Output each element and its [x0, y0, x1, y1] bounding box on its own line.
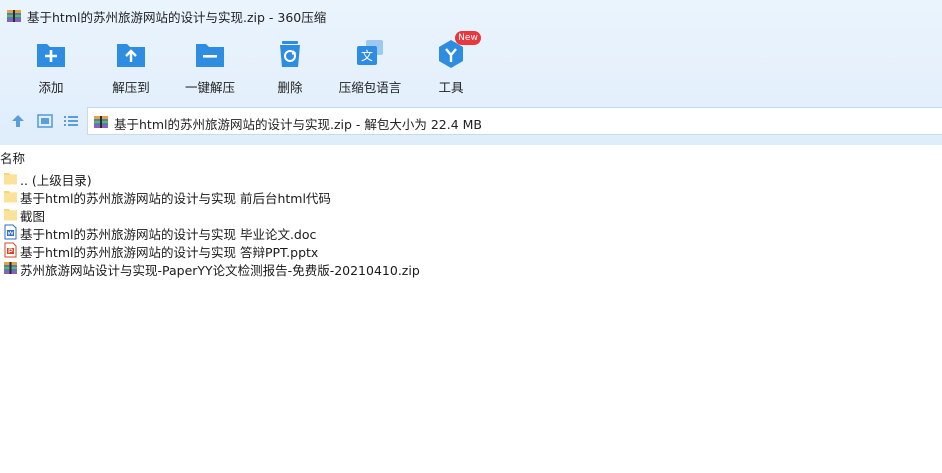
- file-list: 名称 .. (上级目录) 基于html的苏州旅游网站的设计与实现 前后台html…: [0, 145, 942, 473]
- list-item[interactable]: 基于html的苏州旅游网站的设计与实现 答辩PPT.pptx: [0, 241, 942, 260]
- add-icon: [37, 44, 65, 67]
- word-doc-icon: [4, 224, 17, 240]
- title-bar: 基于html的苏州旅游网站的设计与实现.zip - 360压缩: [0, 0, 942, 32]
- tools-button[interactable]: New 工具: [411, 31, 491, 96]
- list-item[interactable]: 基于html的苏州旅游网站的设计与实现 前后台html代码: [0, 187, 942, 206]
- toolbar: 添加 解压到 一键解压 删除 文 压缩包语言 New 工具: [0, 31, 942, 98]
- list-item[interactable]: .. (上级目录): [0, 169, 942, 188]
- navigation-bar: 基于html的苏州旅游网站的设计与实现.zip - 解包大小为 22.4 MB: [0, 104, 942, 138]
- extract-to-icon: [117, 44, 145, 67]
- header-area: 基于html的苏州旅游网站的设计与实现.zip - 360压缩 添加 解压到 一…: [0, 0, 942, 145]
- language-icon: 文: [357, 40, 383, 65]
- address-bar[interactable]: 基于html的苏州旅游网站的设计与实现.zip - 解包大小为 22.4 MB: [87, 107, 942, 135]
- svg-text:文: 文: [361, 48, 373, 63]
- new-badge: New: [455, 31, 481, 45]
- list-item-label: 苏州旅游网站设计与实现-PaperYY论文检测报告-免费版-20210410.z…: [20, 263, 420, 278]
- folder-icon: [4, 173, 17, 185]
- up-arrow-icon[interactable]: [9, 112, 27, 130]
- address-text: 基于html的苏州旅游网站的设计与实现.zip - 解包大小为 22.4 MB: [114, 117, 483, 132]
- archive-language-button[interactable]: 文 压缩包语言: [330, 34, 410, 96]
- add-button[interactable]: 添加: [11, 34, 91, 96]
- one-click-extract-icon: [196, 44, 224, 67]
- extract-to-label: 解压到: [112, 80, 150, 95]
- zip-archive-icon: [94, 116, 108, 128]
- tools-label: 工具: [438, 80, 464, 95]
- window-title: 基于html的苏州旅游网站的设计与实现.zip - 360压缩: [27, 10, 327, 25]
- powerpoint-icon: [4, 242, 17, 258]
- recycle-bin-icon: [280, 41, 300, 67]
- zip-archive-icon: [4, 262, 17, 274]
- delete-button[interactable]: 删除: [250, 34, 330, 96]
- thumbnail-view-icon[interactable]: [36, 112, 54, 130]
- one-click-extract-button[interactable]: 一键解压: [170, 34, 250, 96]
- extract-to-button[interactable]: 解压到: [91, 34, 171, 96]
- archive-language-label: 压缩包语言: [338, 80, 402, 95]
- folder-icon: [4, 191, 17, 203]
- list-item[interactable]: 苏州旅游网站设计与实现-PaperYY论文检测报告-免费版-20210410.z…: [0, 259, 942, 278]
- list-view-icon[interactable]: [62, 112, 80, 130]
- folder-icon: [4, 209, 17, 221]
- one-click-extract-label: 一键解压: [184, 80, 235, 95]
- zip-archive-icon: [7, 10, 21, 22]
- delete-label: 删除: [277, 80, 303, 95]
- column-header-name[interactable]: 名称: [0, 148, 25, 167]
- list-item[interactable]: 基于html的苏州旅游网站的设计与实现 毕业论文.doc: [0, 223, 942, 242]
- list-item[interactable]: 截图: [0, 205, 942, 224]
- add-label: 添加: [38, 80, 64, 95]
